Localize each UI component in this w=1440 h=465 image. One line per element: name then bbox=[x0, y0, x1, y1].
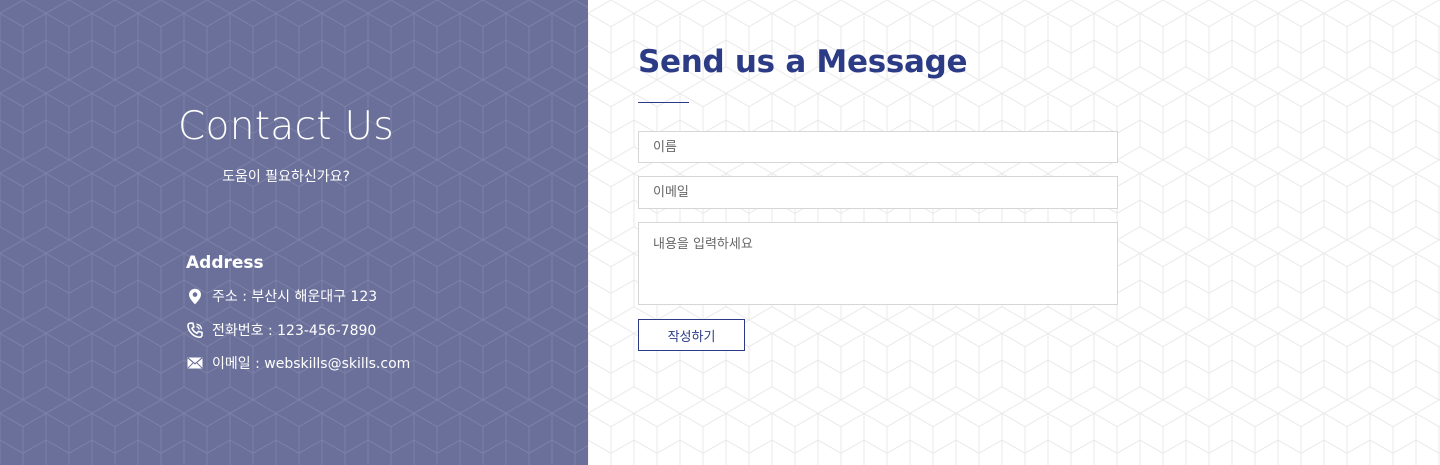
mail-icon bbox=[186, 354, 204, 372]
phone-icon bbox=[186, 321, 204, 339]
phone-text: 전화번호 : 123-456-7890 bbox=[212, 323, 377, 339]
message-form-panel: Send us a Message 작성하기 bbox=[588, 0, 1440, 465]
contact-title: Contact Us bbox=[178, 104, 394, 149]
address-text: 주소 : 부산시 해운대구 123 bbox=[212, 289, 378, 305]
address-heading: Address bbox=[186, 253, 264, 273]
name-input[interactable] bbox=[638, 131, 1118, 163]
contact-info-panel: Contact Us 도움이 필요하신가요? Address 주소 : 부산시 … bbox=[0, 0, 588, 465]
phone-row: 전화번호 : 123-456-7890 bbox=[186, 320, 376, 340]
cube-pattern-background bbox=[0, 0, 588, 465]
email-text: 이메일 : webskills@skills.com bbox=[212, 356, 411, 372]
email-row: 이메일 : webskills@skills.com bbox=[186, 353, 410, 373]
submit-button[interactable]: 작성하기 bbox=[638, 319, 745, 351]
title-underline bbox=[638, 102, 689, 103]
message-textarea[interactable] bbox=[638, 222, 1118, 305]
form-title: Send us a Message bbox=[638, 44, 968, 80]
address-row: 주소 : 부산시 해운대구 123 bbox=[186, 286, 377, 306]
contact-subtitle: 도움이 필요하신가요? bbox=[222, 169, 350, 185]
map-pin-icon bbox=[186, 287, 204, 305]
email-input[interactable] bbox=[638, 176, 1118, 209]
